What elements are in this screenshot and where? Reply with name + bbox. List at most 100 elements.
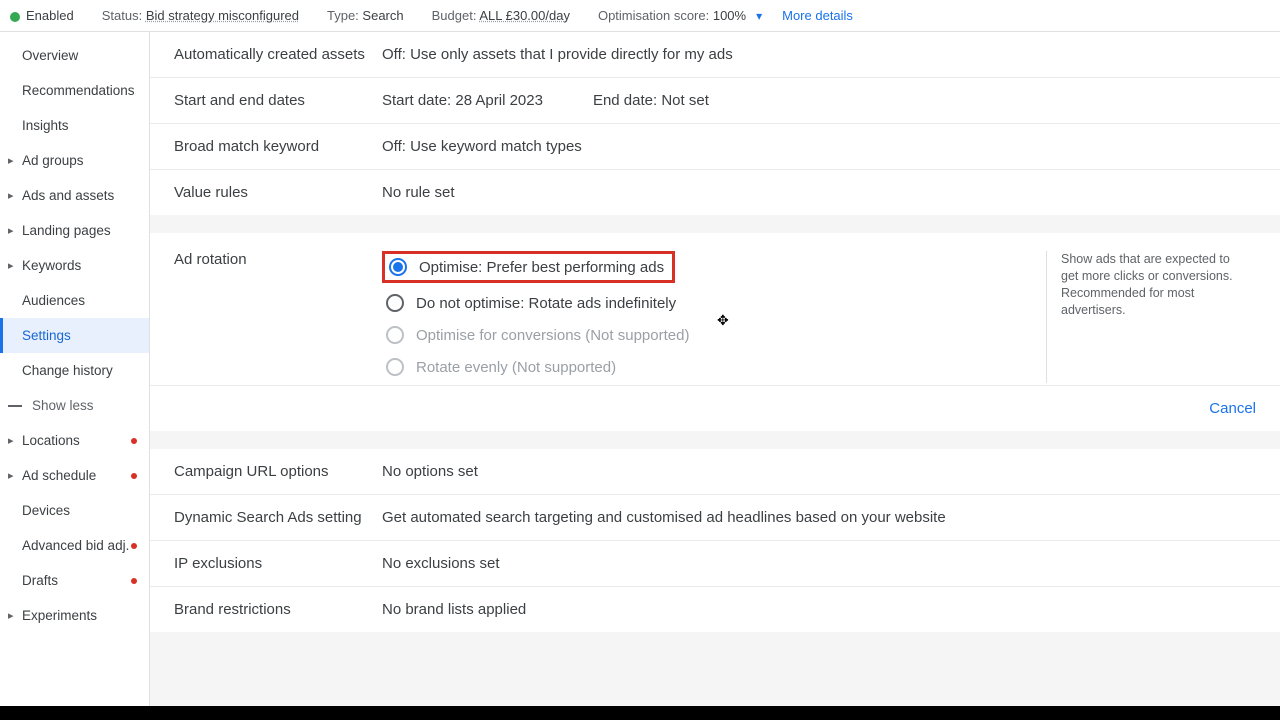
sidebar-item-label: Insights — [22, 118, 69, 133]
settings-card-top: Automatically created assets Off: Use on… — [150, 32, 1280, 215]
settings-row[interactable]: Start and end dates Start date: 28 April… — [150, 77, 1280, 123]
sidebar-item-label: Recommendations — [22, 83, 135, 98]
option-label: Do not optimise: Rotate ads indefinitely — [416, 295, 676, 312]
sidebar-item-label: Ad groups — [22, 153, 84, 168]
sidebar-item-advanced-bid-adj-[interactable]: Advanced bid adj. — [0, 528, 149, 563]
budget-block: Budget: ALL £30.00/day — [432, 8, 570, 23]
ad-rotation-actions: Cancel — [150, 385, 1280, 431]
top-status-bar: Enabled Status: Bid strategy misconfigur… — [0, 0, 1280, 32]
sidebar-item-label: Devices — [22, 503, 70, 518]
row-label: IP exclusions — [174, 555, 382, 572]
type-block: Type: Search — [327, 8, 404, 23]
sidebar-item-insights[interactable]: Insights — [0, 108, 149, 143]
sidebar-item-label: Settings — [22, 328, 71, 343]
sidebar-item-overview[interactable]: Overview — [0, 38, 149, 73]
settings-row[interactable]: IP exclusions No exclusions set — [150, 540, 1280, 586]
status-block: Status: Bid strategy misconfigured — [102, 8, 299, 23]
sidebar-item-label: Drafts — [22, 573, 58, 588]
sidebar-item-label: Overview — [22, 48, 78, 63]
cancel-button[interactable]: Cancel — [1209, 400, 1256, 417]
settings-row[interactable]: Brand restrictions No brand lists applie… — [150, 586, 1280, 632]
radio-icon — [389, 258, 407, 276]
sidebar-item-keywords[interactable]: Keywords — [0, 248, 149, 283]
show-less-toggle[interactable]: Show less — [0, 388, 149, 423]
option-label: Rotate evenly (Not supported) — [416, 359, 616, 376]
enabled-pill: Enabled — [10, 8, 74, 23]
option-label: Optimise: Prefer best performing ads — [419, 259, 664, 276]
status-value[interactable]: Bid strategy misconfigured — [146, 8, 299, 23]
sidebar-item-label: Landing pages — [22, 223, 111, 238]
alert-dot-icon — [131, 473, 137, 479]
enabled-label: Enabled — [26, 8, 74, 23]
sidebar-item-settings[interactable]: Settings — [0, 318, 149, 353]
alert-dot-icon — [131, 543, 137, 549]
row-value: No exclusions set — [382, 555, 1256, 572]
alert-dot-icon — [131, 438, 137, 444]
row-value: No rule set — [382, 184, 1256, 201]
radio-icon — [386, 358, 404, 376]
ad-rotation-options: Optimise: Prefer best performing ads Do n… — [382, 251, 1046, 383]
sidebar-item-label: Change history — [22, 363, 113, 378]
row-label: Value rules — [174, 184, 382, 201]
sidebar-item-recommendations[interactable]: Recommendations — [0, 73, 149, 108]
type-value: Search — [362, 8, 403, 23]
show-less-label: Show less — [32, 398, 94, 413]
row-value: No options set — [382, 463, 1256, 480]
chevron-down-icon[interactable]: ▾ — [756, 9, 762, 23]
ad-rotation-option: Rotate evenly (Not supported) — [382, 351, 1046, 383]
sidebar-item-label: Keywords — [22, 258, 81, 273]
sidebar-item-ad-schedule[interactable]: Ad schedule — [0, 458, 149, 493]
sidebar-item-experiments[interactable]: Experiments — [0, 598, 149, 633]
row-label: Campaign URL options — [174, 463, 382, 480]
row-value: No brand lists applied — [382, 601, 1256, 618]
row-value: Off: Use only assets that I provide dire… — [382, 46, 1256, 63]
radio-icon — [386, 326, 404, 344]
ad-rotation-card: Ad rotation Optimise: Prefer best perfor… — [150, 233, 1280, 431]
sidebar-item-change-history[interactable]: Change history — [0, 353, 149, 388]
settings-row[interactable]: Automatically created assets Off: Use on… — [150, 32, 1280, 77]
sidebar-item-ads-and-assets[interactable]: Ads and assets — [0, 178, 149, 213]
sidebar-item-drafts[interactable]: Drafts — [0, 563, 149, 598]
status-dot-icon — [10, 12, 20, 22]
sidebar-item-audiences[interactable]: Audiences — [0, 283, 149, 318]
settings-card-bottom: Campaign URL options No options set Dyna… — [150, 449, 1280, 632]
sidebar-item-label: Locations — [22, 433, 80, 448]
row-value: Get automated search targeting and custo… — [382, 509, 1256, 526]
sidebar-item-label: Experiments — [22, 608, 97, 623]
settings-row[interactable]: Dynamic Search Ads setting Get automated… — [150, 494, 1280, 540]
main-content: Automatically created assets Off: Use on… — [150, 32, 1280, 716]
row-label: Brand restrictions — [174, 601, 382, 618]
sidebar: Overview Recommendations Insights Ad groups… — [0, 32, 150, 716]
ad-rotation-option: Optimise for conversions (Not supported) — [382, 319, 1046, 351]
more-details-link[interactable]: More details — [782, 8, 853, 23]
row-label: Broad match keyword — [174, 138, 382, 155]
settings-row[interactable]: Campaign URL options No options set — [150, 449, 1280, 494]
ad-rotation-option[interactable]: Do not optimise: Rotate ads indefinitely — [382, 287, 1046, 319]
status-label: Status: — [102, 8, 142, 23]
alert-dot-icon — [131, 578, 137, 584]
sidebar-item-label: Ad schedule — [22, 468, 96, 483]
sidebar-item-label: Ads and assets — [22, 188, 114, 203]
row-label: Dynamic Search Ads setting — [174, 509, 382, 526]
bottom-bar — [0, 706, 1280, 720]
option-label: Optimise for conversions (Not supported) — [416, 327, 689, 344]
sidebar-item-devices[interactable]: Devices — [0, 493, 149, 528]
ad-rotation-help-text: Show ads that are expected to get more c… — [1046, 251, 1256, 383]
minus-icon — [8, 405, 22, 407]
sidebar-item-landing-pages[interactable]: Landing pages — [0, 213, 149, 248]
settings-row[interactable]: Value rules No rule set — [150, 169, 1280, 215]
radio-icon — [386, 294, 404, 312]
settings-row[interactable]: Broad match keyword Off: Use keyword mat… — [150, 123, 1280, 169]
budget-value[interactable]: ALL £30.00/day — [479, 8, 570, 23]
row-value: Start date: 28 April 2023End date: Not s… — [382, 92, 1256, 109]
sidebar-item-locations[interactable]: Locations — [0, 423, 149, 458]
optscore-value: 100% — [713, 8, 746, 23]
ad-rotation-option[interactable]: Optimise: Prefer best performing ads — [382, 251, 675, 283]
ad-rotation-label: Ad rotation — [174, 251, 382, 383]
budget-label: Budget: — [432, 8, 477, 23]
sidebar-item-ad-groups[interactable]: Ad groups — [0, 143, 149, 178]
row-value: Off: Use keyword match types — [382, 138, 1256, 155]
row-label: Automatically created assets — [174, 46, 382, 63]
row-label: Start and end dates — [174, 92, 382, 109]
type-label: Type: — [327, 8, 359, 23]
